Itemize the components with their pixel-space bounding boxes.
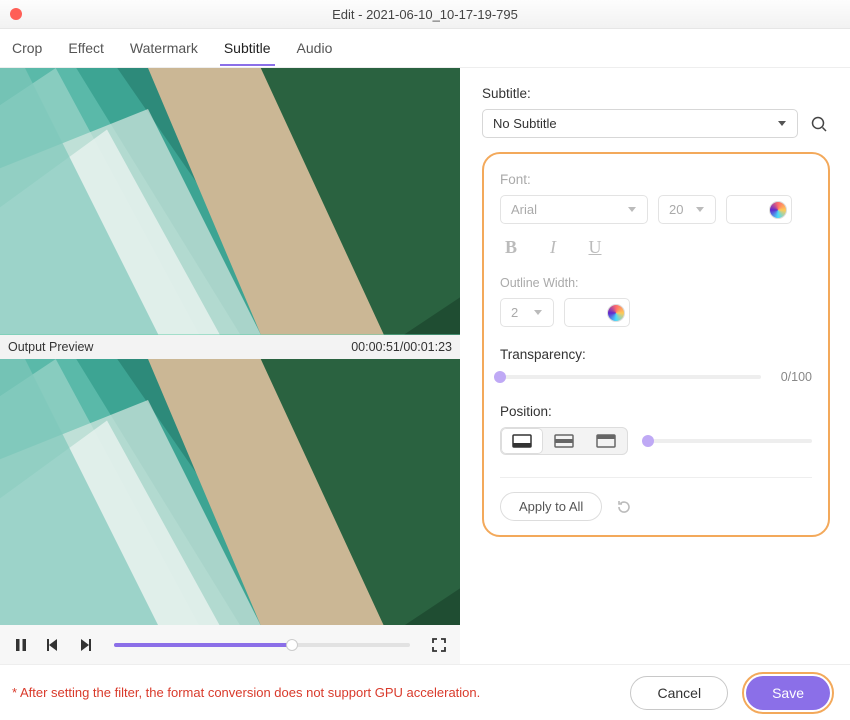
playback-knob[interactable] — [286, 639, 298, 651]
timecode: 00:00:51/00:01:23 — [351, 340, 452, 354]
tab-crop[interactable]: Crop — [8, 31, 46, 66]
font-panel: Font: Arial 20 B — [482, 152, 830, 537]
position-segment-group — [500, 427, 628, 455]
position-slider[interactable] — [648, 439, 812, 443]
outline-label: Outline Width: — [500, 276, 812, 290]
slider-knob[interactable] — [642, 435, 654, 447]
chevron-down-icon — [533, 305, 543, 320]
output-preview-label: Output Preview — [8, 340, 93, 354]
preview-midbar: Output Preview 00:00:51/00:01:23 — [0, 335, 460, 359]
step-back-icon[interactable] — [42, 634, 64, 656]
tab-watermark[interactable]: Watermark — [126, 31, 202, 66]
transparency-label: Transparency: — [500, 347, 812, 362]
chevron-down-icon — [777, 116, 787, 131]
font-size-select[interactable]: 20 — [658, 195, 716, 224]
pause-icon[interactable] — [10, 634, 32, 656]
italic-button[interactable]: I — [542, 236, 564, 258]
transparency-slider[interactable] — [500, 375, 761, 379]
save-button[interactable]: Save — [746, 676, 830, 710]
main-area: Output Preview 00:00:51/00:01:23 — [0, 68, 850, 664]
subtitle-select[interactable]: No Subtitle — [482, 109, 798, 138]
position-middle-button[interactable] — [543, 428, 585, 454]
reset-icon[interactable] — [614, 497, 634, 517]
edit-window: Edit - 2021-06-10_10-17-19-795 Crop Effe… — [0, 0, 850, 720]
font-size-value: 20 — [669, 202, 683, 217]
subtitle-label: Subtitle: — [482, 86, 830, 101]
subtitle-select-value: No Subtitle — [493, 116, 557, 131]
cancel-button[interactable]: Cancel — [630, 676, 728, 710]
outline-width-value: 2 — [511, 305, 518, 320]
preview-source — [0, 68, 460, 335]
footer: * After setting the filter, the format c… — [0, 664, 850, 720]
slider-knob[interactable] — [494, 371, 506, 383]
playback-scrubber[interactable] — [114, 643, 410, 647]
position-label: Position: — [500, 404, 812, 419]
preview-column: Output Preview 00:00:51/00:01:23 — [0, 68, 460, 664]
position-top-button[interactable] — [585, 428, 627, 454]
outline-color-picker[interactable] — [564, 298, 630, 327]
underline-button[interactable]: U — [584, 236, 606, 258]
font-family-value: Arial — [511, 202, 537, 217]
font-family-select[interactable]: Arial — [500, 195, 648, 224]
playback-fill — [114, 643, 292, 647]
tabbar: Crop Effect Watermark Subtitle Audio — [0, 29, 850, 68]
search-subtitle-icon[interactable] — [808, 113, 830, 135]
playback-controls — [0, 625, 460, 664]
outline-width-select[interactable]: 2 — [500, 298, 554, 327]
chevron-down-icon — [627, 202, 637, 217]
position-bottom-button[interactable] — [501, 428, 543, 454]
chevron-down-icon — [695, 202, 705, 217]
warning-text: * After setting the filter, the format c… — [12, 685, 480, 700]
save-highlight: Save — [742, 672, 834, 714]
font-color-picker[interactable] — [726, 195, 792, 224]
tab-audio[interactable]: Audio — [293, 31, 337, 66]
fullscreen-icon[interactable] — [428, 634, 450, 656]
titlebar: Edit - 2021-06-10_10-17-19-795 — [0, 0, 850, 29]
tab-effect[interactable]: Effect — [64, 31, 108, 66]
close-window-icon[interactable] — [10, 8, 22, 20]
preview-output — [0, 359, 460, 626]
divider — [500, 477, 812, 478]
subtitle-panel: Subtitle: No Subtitle Font: Arial — [460, 68, 850, 664]
transparency-readout: 0/100 — [781, 370, 812, 384]
window-title: Edit - 2021-06-10_10-17-19-795 — [0, 7, 850, 22]
font-label: Font: — [500, 172, 812, 187]
tab-subtitle[interactable]: Subtitle — [220, 31, 275, 66]
color-wheel-icon — [607, 304, 625, 322]
color-wheel-icon — [769, 201, 787, 219]
bold-button[interactable]: B — [500, 236, 522, 258]
apply-to-all-button[interactable]: Apply to All — [500, 492, 602, 521]
step-forward-icon[interactable] — [74, 634, 96, 656]
